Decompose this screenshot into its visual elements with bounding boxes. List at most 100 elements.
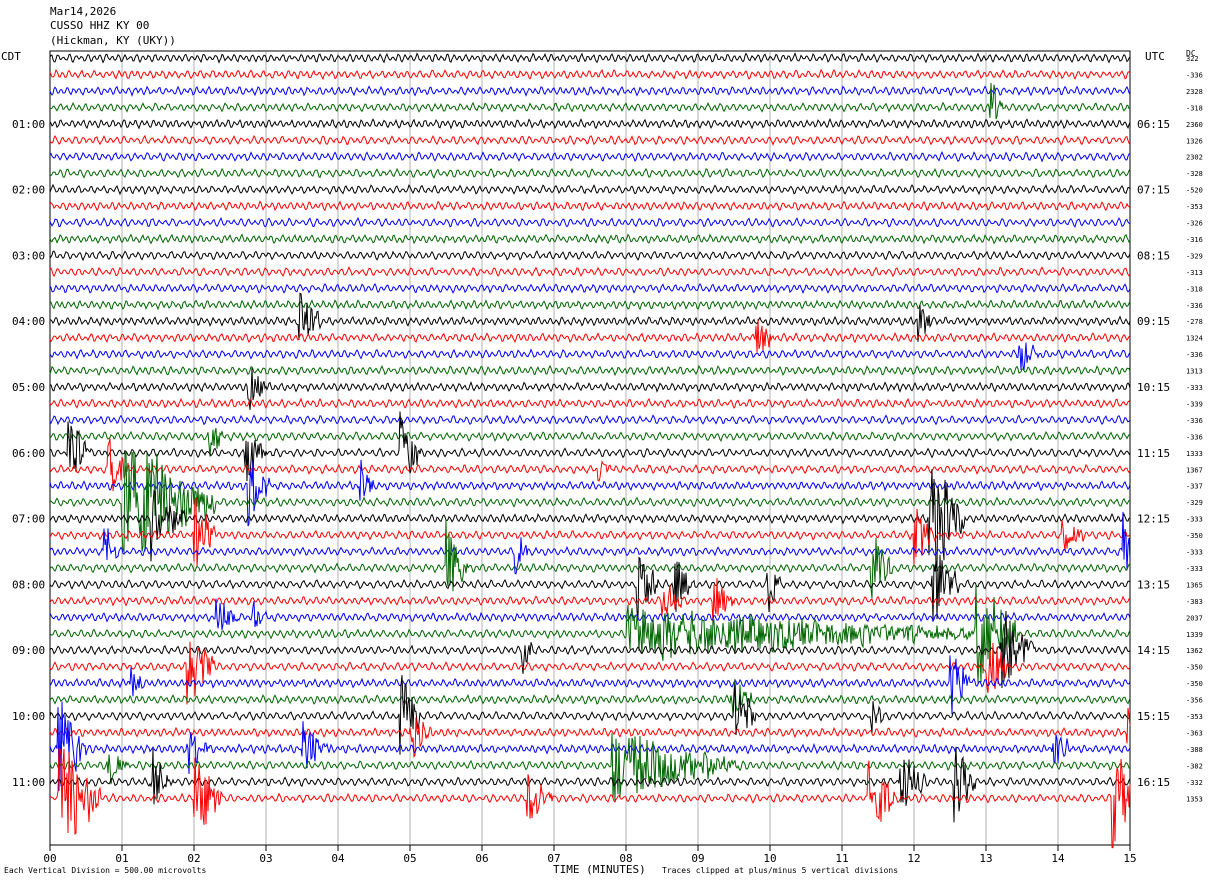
left-time-label: 01:00	[12, 118, 45, 131]
dc-offset-label: -332	[1186, 779, 1203, 787]
x-tick-label: 04	[331, 852, 345, 865]
x-tick-label: 11	[835, 852, 848, 865]
dc-offset-label: -316	[1186, 236, 1203, 244]
x-tick-label: 14	[1051, 852, 1065, 865]
seismic-trace-22	[49, 414, 1131, 426]
dc-offset-label: -337	[1186, 483, 1203, 491]
dc-offset-label: -329	[1186, 252, 1203, 260]
left-time-label: 09:00	[12, 644, 45, 657]
left-time-label: 07:00	[12, 513, 45, 526]
seismic-trace-17	[49, 319, 1131, 353]
right-time-label: 16:15	[1137, 776, 1170, 789]
right-time-label: 10:15	[1137, 381, 1170, 394]
dc-offset-label: -336	[1186, 71, 1203, 79]
dc-offset-label: 2360	[1186, 121, 1203, 129]
dc-offset-label: -382	[1186, 762, 1203, 770]
left-time-label: 06:00	[12, 447, 45, 460]
seismic-trace-35	[49, 584, 1131, 684]
dc-offset-label: 1353	[1186, 795, 1203, 803]
dc-offset-label: -336	[1186, 302, 1203, 310]
dc-offset-label: -336	[1186, 433, 1203, 441]
right-time-label: 13:15	[1137, 578, 1170, 591]
seismic-trace-4	[49, 117, 1131, 130]
seismic-trace-18	[49, 342, 1131, 371]
x-tick-label: 05	[403, 852, 416, 865]
left-time-label: 11:00	[12, 776, 45, 789]
left-time-label: 04:00	[12, 315, 45, 328]
seismogram-plot: 00 01 02 03 04 05 06 07 08 09 10 11 12 13 14 15322-3362…	[12, 50, 1203, 865]
dc-offset-label: -333	[1186, 549, 1203, 557]
dc-offset-label: -356	[1186, 697, 1203, 705]
dc-offset-label: -333	[1186, 565, 1203, 573]
seismic-trace-11	[49, 233, 1131, 245]
x-tick-label: 03	[259, 852, 272, 865]
left-time-label: 05:00	[12, 381, 45, 394]
seismic-trace-40	[49, 675, 1131, 755]
seismic-trace-29	[49, 497, 1131, 567]
scale-note: Each Vertical Division = 500.00 microvol…	[4, 866, 207, 875]
x-tick-label: 13	[979, 852, 992, 865]
dc-offset-label: -353	[1186, 203, 1203, 211]
seismic-trace-15	[49, 299, 1131, 311]
dc-offset-label: 1326	[1186, 137, 1203, 145]
dc-offset-label: -333	[1186, 384, 1203, 392]
x-tick-label: 01	[115, 852, 128, 865]
dc-offset-label: 1333	[1186, 450, 1203, 458]
right-time-label: 07:15	[1137, 184, 1170, 197]
seismic-trace-42	[49, 701, 1131, 791]
dc-offset-label: -350	[1186, 532, 1203, 540]
seismic-trace-14	[49, 282, 1131, 294]
dc-offset-label: 1367	[1186, 466, 1203, 474]
dc-offset-label: 2302	[1186, 154, 1203, 162]
left-time-label: 08:00	[12, 578, 45, 591]
seismic-trace-13	[49, 266, 1131, 278]
right-time-label: 12:15	[1137, 513, 1170, 526]
right-time-label: 15:15	[1137, 710, 1170, 723]
x-tick-label: 15	[1123, 852, 1136, 865]
right-time-label: 08:15	[1137, 249, 1170, 262]
dc-offset-label: 1339	[1186, 631, 1203, 639]
seismic-trace-7	[49, 167, 1131, 179]
seismic-trace-2	[49, 85, 1131, 97]
dc-offset-label: 1313	[1186, 368, 1203, 376]
seismic-trace-44	[49, 746, 1131, 823]
dc-offset-label: -333	[1186, 516, 1203, 524]
dc-offset-label: -278	[1186, 318, 1203, 326]
dc-offset-label: 322	[1186, 55, 1199, 63]
dc-offset-label: 1324	[1186, 335, 1203, 343]
right-time-label: 11:15	[1137, 447, 1170, 460]
plot-frame	[49, 50, 1131, 846]
seismic-trace-21	[49, 397, 1131, 409]
dc-offset-label: 1362	[1186, 647, 1203, 655]
dc-offset-label: -353	[1186, 713, 1203, 721]
seismic-trace-12	[49, 249, 1131, 262]
right-time-label: 14:15	[1137, 644, 1170, 657]
right-time-label: 06:15	[1137, 118, 1170, 131]
right-time-label: 09:15	[1137, 315, 1170, 328]
seismic-trace-19	[49, 364, 1131, 377]
left-time-label: 10:00	[12, 710, 45, 723]
dc-offset-label: -329	[1186, 499, 1203, 507]
dc-offset-label: -336	[1186, 417, 1203, 425]
seismic-trace-5	[49, 134, 1131, 147]
dc-offset-label: -339	[1186, 400, 1203, 408]
dc-offset-label: -350	[1186, 664, 1203, 672]
dc-offset-label: -336	[1186, 351, 1203, 359]
seismic-trace-36	[49, 610, 1131, 689]
dc-offset-label: -388	[1186, 746, 1203, 754]
seismic-trace-10	[49, 216, 1131, 228]
x-tick-label: 10	[763, 852, 776, 865]
dc-offset-label: -318	[1186, 104, 1203, 112]
seismic-trace-6	[49, 151, 1131, 163]
dc-offset-label: -520	[1186, 187, 1203, 195]
x-tick-label: 06	[475, 852, 488, 865]
dc-offset-label: 2037	[1186, 614, 1203, 622]
clip-note: Traces clipped at plus/minus 5 vertical …	[662, 866, 899, 875]
x-axis-title: TIME (MINUTES)	[553, 863, 646, 876]
seismic-trace-26	[49, 459, 1131, 527]
seismic-trace-8	[49, 183, 1131, 196]
dc-offset-label: 1365	[1186, 581, 1203, 589]
dc-offset-label: -326	[1186, 220, 1203, 228]
dc-offset-label: -350	[1186, 680, 1203, 688]
x-tick-label: 09	[691, 852, 704, 865]
